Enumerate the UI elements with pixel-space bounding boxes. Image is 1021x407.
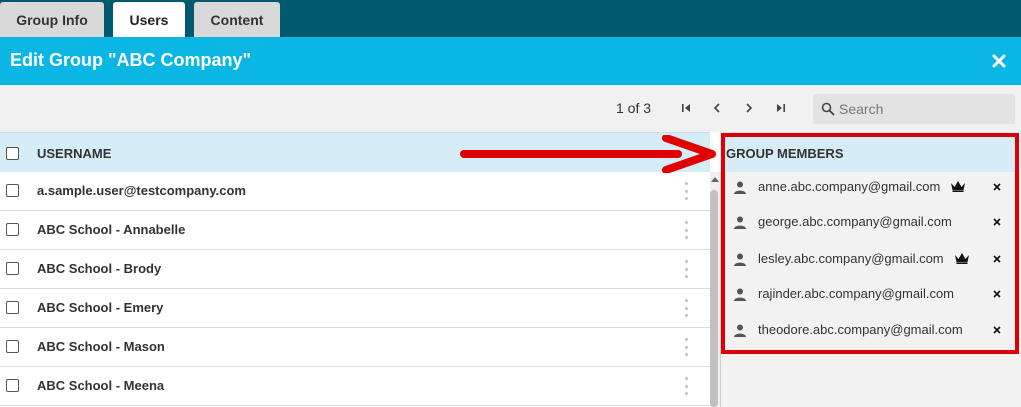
close-icon — [992, 54, 1006, 68]
more-options-button[interactable] — [681, 182, 691, 200]
kebab-dot-icon — [684, 275, 688, 278]
row-username: ABC School - Annabelle — [37, 222, 186, 237]
crown-icon — [955, 253, 969, 264]
kebab-dot-icon — [684, 338, 688, 341]
row-username: ABC School - Brody — [37, 261, 162, 276]
kebab-dot-icon — [684, 299, 688, 302]
kebab-dot-icon — [684, 189, 688, 193]
scroll-thumb[interactable] — [710, 190, 718, 407]
tab-users[interactable]: Users — [113, 2, 185, 37]
kebab-dot-icon — [684, 182, 688, 185]
row-checkbox[interactable] — [6, 379, 19, 392]
member-email: anne.abc.company@gmail.com — [758, 179, 941, 194]
search-box — [813, 94, 1015, 124]
table-row[interactable]: a.sample.user@testcompany.com — [0, 172, 710, 211]
scroll-up-arrow-icon[interactable] — [711, 177, 719, 182]
last-page-button[interactable] — [771, 97, 791, 119]
member-item: theodore.abc.company@gmail.com — [726, 313, 1016, 349]
last-page-icon — [777, 104, 785, 112]
tab-bar: Group Info Users Content — [0, 0, 1021, 37]
table-row[interactable]: ABC School - Annabelle — [0, 211, 710, 250]
first-page-button[interactable] — [676, 97, 696, 119]
kebab-dot-icon — [684, 236, 688, 239]
search-icon — [821, 102, 835, 116]
dialog-title: Edit Group "ABC Company" — [10, 50, 252, 70]
table-row[interactable]: ABC School - Meena — [0, 367, 710, 406]
list-scrollbar[interactable] — [710, 172, 720, 407]
close-icon — [993, 290, 1001, 298]
remove-member-button[interactable] — [991, 180, 1003, 194]
row-checkbox[interactable] — [6, 301, 19, 314]
column-header-username: USERNAME — [37, 146, 112, 161]
member-item: george.abc.company@gmail.com — [726, 205, 1016, 241]
previous-page-button[interactable] — [707, 97, 727, 119]
user-icon — [734, 181, 746, 194]
member-item: lesley.abc.company@gmail.com — [726, 242, 1016, 278]
page-indicator: 1 of 3 — [616, 100, 652, 116]
more-options-button[interactable] — [681, 221, 691, 239]
close-icon — [993, 255, 1001, 263]
row-username: a.sample.user@testcompany.com — [37, 183, 246, 198]
member-email: george.abc.company@gmail.com — [758, 214, 952, 229]
row-username: ABC School - Emery — [37, 300, 164, 315]
remove-member-button[interactable] — [991, 287, 1003, 301]
table-row[interactable]: ABC School - Brody — [0, 250, 710, 289]
user-list: USERNAME a.sample.user@testcompany.com A… — [0, 132, 710, 407]
remove-member-button[interactable] — [991, 215, 1003, 229]
row-checkbox[interactable] — [6, 340, 19, 353]
more-options-button[interactable] — [681, 338, 691, 356]
kebab-dot-icon — [684, 228, 688, 232]
tab-content[interactable]: Content — [194, 2, 280, 37]
row-checkbox[interactable] — [6, 223, 19, 236]
row-checkbox[interactable] — [6, 262, 19, 275]
row-username: ABC School - Mason — [37, 339, 165, 354]
close-icon — [993, 183, 1001, 191]
next-page-button[interactable] — [739, 97, 759, 119]
kebab-dot-icon — [684, 260, 688, 263]
chevron-left-icon — [713, 103, 720, 113]
select-all-checkbox[interactable] — [6, 147, 19, 160]
member-email: theodore.abc.company@gmail.com — [758, 322, 963, 337]
kebab-dot-icon — [684, 345, 688, 349]
user-icon — [734, 324, 746, 337]
close-icon — [993, 326, 1001, 334]
kebab-dot-icon — [684, 314, 688, 317]
table-row[interactable]: ABC School - Mason — [0, 328, 710, 367]
user-icon — [734, 288, 746, 301]
table-row[interactable]: ABC School - Emery — [0, 289, 710, 328]
dialog-header: Edit Group "ABC Company" — [0, 37, 1021, 85]
kebab-dot-icon — [684, 377, 688, 380]
remove-member-button[interactable] — [991, 323, 1003, 337]
more-options-button[interactable] — [681, 377, 691, 395]
group-members-title: GROUP MEMBERS — [726, 146, 844, 161]
member-item: rajinder.abc.company@gmail.com — [726, 277, 1016, 313]
kebab-dot-icon — [684, 392, 688, 395]
member-item: anne.abc.company@gmail.com — [726, 170, 1016, 206]
row-username: ABC School - Meena — [37, 378, 165, 393]
kebab-dot-icon — [684, 197, 688, 200]
kebab-dot-icon — [684, 306, 688, 310]
first-page-icon — [682, 104, 690, 112]
member-email: lesley.abc.company@gmail.com — [758, 251, 944, 266]
remove-member-button[interactable] — [991, 252, 1003, 266]
kebab-dot-icon — [684, 384, 688, 388]
more-options-button[interactable] — [681, 260, 691, 278]
kebab-dot-icon — [684, 221, 688, 224]
kebab-dot-icon — [684, 353, 688, 356]
member-email: rajinder.abc.company@gmail.com — [758, 286, 955, 301]
list-header: USERNAME — [0, 132, 710, 172]
user-icon — [734, 216, 746, 229]
search-input[interactable] — [839, 98, 1009, 120]
kebab-dot-icon — [684, 267, 688, 271]
row-checkbox[interactable] — [6, 184, 19, 197]
tab-group-info[interactable]: Group Info — [0, 2, 104, 37]
toolbar: 1 of 3 — [0, 85, 1021, 132]
close-button[interactable] — [989, 51, 1009, 71]
close-icon — [993, 218, 1001, 226]
crown-icon — [951, 181, 965, 192]
chevron-right-icon — [746, 103, 753, 113]
more-options-button[interactable] — [681, 299, 691, 317]
user-icon — [734, 253, 746, 266]
